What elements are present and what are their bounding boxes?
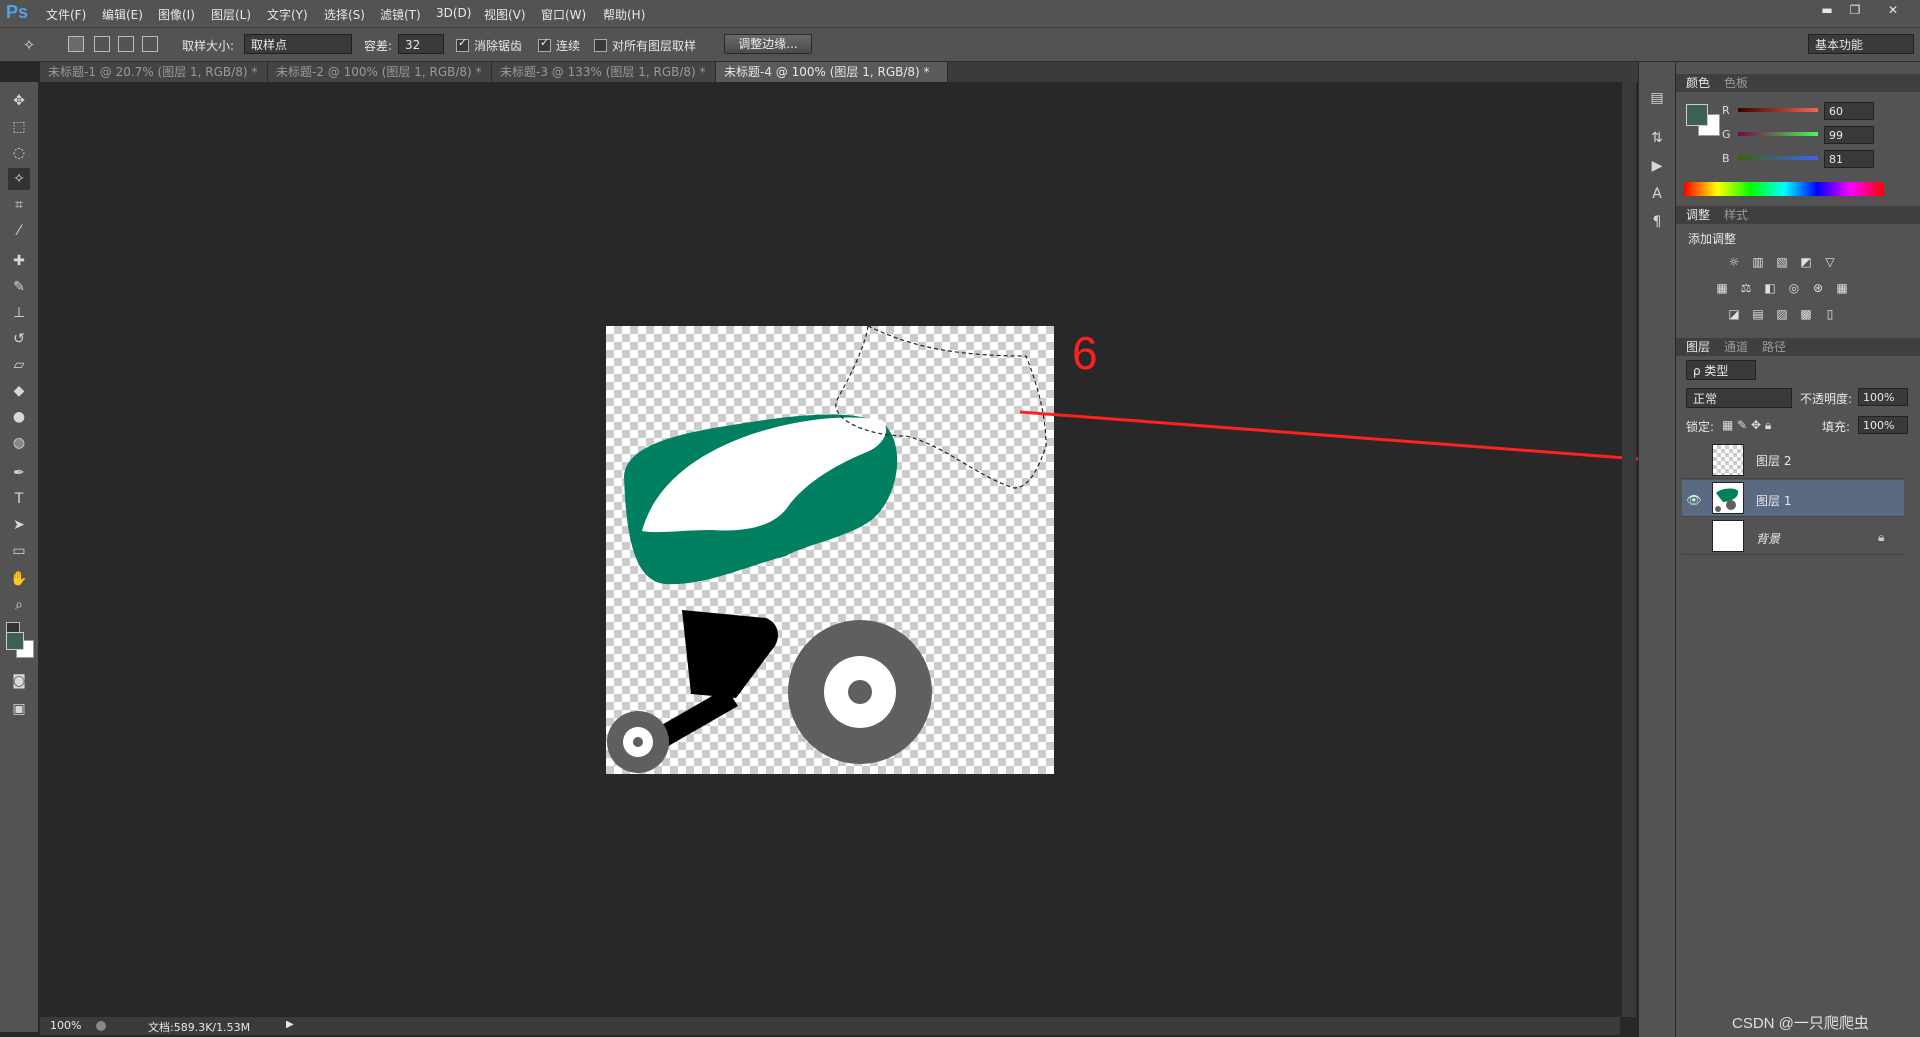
color-balance-icon[interactable]: ⚖ [1738,280,1754,296]
lock-pixels-icon[interactable]: ▦ ✎ ✥ 🔒︎ [1722,418,1771,433]
b-value[interactable]: 81 [1824,150,1874,168]
color-panel-tabs [1676,74,1920,92]
background-thumbnail [1712,520,1744,552]
blend-mode-select[interactable]: 正常 [1686,388,1792,408]
color-lookup-icon[interactable]: ▦ [1834,280,1850,296]
play-panel-icon[interactable]: ▶ [1647,156,1667,176]
layer-2-visibility-toggle[interactable] [1686,452,1702,468]
r-label: R [1722,104,1730,117]
r-value[interactable]: 60 [1824,102,1874,120]
b-slider[interactable] [1738,156,1818,160]
b-label: B [1722,152,1730,165]
layer-2-name[interactable]: 图层 2 [1756,452,1791,469]
tab-swatches[interactable]: 色板 [1724,74,1748,92]
character-panel-icon[interactable]: A [1647,184,1667,204]
panel-icon-strip [1638,62,1676,1037]
status-menu-arrow-icon[interactable]: ▶ [286,1019,294,1030]
fill-label: 填充: [1822,420,1851,434]
layers-panel-tabs [1676,338,1920,356]
g-value[interactable]: 99 [1824,126,1874,144]
paragraph-panel-icon[interactable]: ¶ [1647,212,1667,232]
posterize-icon[interactable]: ▤ [1750,306,1766,322]
color-spectrum-bar[interactable] [1684,182,1884,196]
black-white-icon[interactable]: ◧ [1762,280,1778,296]
document-size: 文档:589.3K/1.53M [148,1021,251,1034]
zoom-level[interactable]: 100% [50,1019,81,1032]
vertical-scrollbar[interactable] [1622,82,1636,1017]
fill-input[interactable]: 100% [1858,416,1908,434]
layer-2-thumbnail [1712,444,1744,476]
opacity-input[interactable]: 100% [1858,388,1908,406]
layer-1-thumbnail [1712,482,1744,514]
lock-label: 锁定: [1686,420,1715,434]
g-slider[interactable] [1738,132,1818,136]
tab-layers[interactable]: 图层 [1686,338,1710,356]
tab-channels[interactable]: 通道 [1724,338,1748,356]
curves-icon[interactable]: ▧ [1774,254,1790,270]
layer-1-eye-icon[interactable]: 👁︎ [1686,492,1702,508]
lock-icon: 🔒︎ [1878,530,1885,544]
selective-color-icon[interactable]: ▩ [1798,306,1814,322]
color-foreground-swatch[interactable] [1686,104,1708,126]
exposure-icon[interactable]: ◩ [1798,254,1814,270]
background-visibility-toggle[interactable] [1686,530,1702,546]
add-adjustment-label: 添加调整 [1688,232,1737,246]
tab-styles[interactable]: 样式 [1724,206,1748,224]
threshold-icon[interactable]: ▨ [1774,306,1790,322]
photo-filter-icon[interactable]: ◎ [1786,280,1802,296]
brightness-icon[interactable]: ☼ [1726,254,1742,270]
hue-saturation-icon[interactable]: ▦ [1714,280,1730,296]
watermark: CSDN @一只爬爬虫 [1732,1015,1869,1032]
background-layer-name[interactable]: 背景 [1756,530,1780,547]
invert-icon[interactable]: ◪ [1726,306,1742,322]
history-panel-icon[interactable]: ▤ [1647,88,1667,108]
status-bar [40,1017,1620,1035]
levels-icon[interactable]: ▥ [1750,254,1766,270]
r-slider[interactable] [1738,108,1818,112]
vibrance-icon[interactable]: ▽ [1822,254,1838,270]
channel-mixer-icon[interactable]: ⊛ [1810,280,1826,296]
gradient-map-icon[interactable]: ▯ [1822,306,1838,322]
tab-color[interactable]: 颜色 [1686,74,1710,92]
opacity-label: 不透明度: [1800,392,1853,406]
g-label: G [1722,128,1731,141]
tab-paths[interactable]: 路径 [1762,338,1786,356]
status-icon[interactable] [96,1021,106,1031]
adjust-panel-tabs [1676,206,1920,224]
layer-filter-select[interactable]: ρ 类型 [1686,360,1756,380]
actions-panel-icon[interactable]: ⇅ [1647,128,1667,148]
layer-1-name[interactable]: 图层 1 [1756,492,1791,509]
annotation-arrow-line [1019,410,1653,462]
tab-adjustments[interactable]: 调整 [1686,206,1710,224]
